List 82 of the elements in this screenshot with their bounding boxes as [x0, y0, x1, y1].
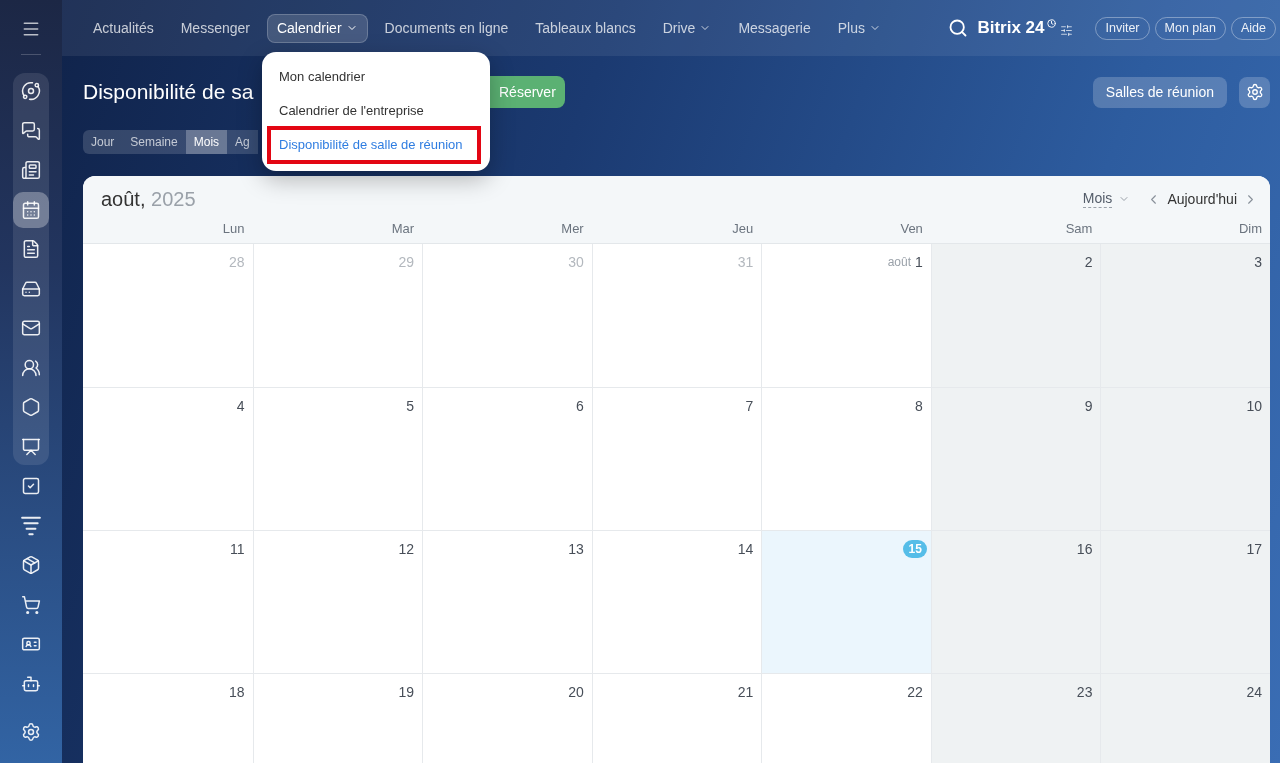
day-number: 21	[737, 682, 754, 702]
sliders-icon	[1060, 23, 1074, 37]
day-number: 14	[737, 539, 754, 559]
menu-item[interactable]: Mon calendrier	[262, 60, 490, 94]
today-button[interactable]: Aujourd'hui	[1161, 188, 1243, 210]
view-tab[interactable]: Mois	[185, 130, 228, 154]
day-number: 11	[230, 539, 245, 559]
sidebar-item[interactable]	[13, 191, 49, 228]
search-icon	[948, 18, 969, 38]
cart-icon	[21, 594, 41, 615]
day-number: 19	[398, 682, 415, 702]
view-tab[interactable]: Semaine	[122, 130, 186, 154]
day-number: 29	[398, 252, 415, 272]
day-number: 9	[1084, 396, 1093, 416]
check-square-icon	[21, 476, 41, 496]
nav-item[interactable]: Tableaux blancs	[525, 13, 646, 43]
day-number: 8	[915, 396, 923, 416]
month-title: août, 2025	[101, 187, 196, 212]
day-number: 28	[229, 252, 245, 272]
day-number: 1	[915, 252, 923, 272]
weekday-label: Mar	[391, 219, 415, 238]
weekday-label: Dim	[1238, 219, 1262, 238]
day-number: 4	[236, 396, 245, 416]
nav-item[interactable]: Actualités	[83, 13, 164, 43]
settings-button[interactable]	[1239, 76, 1270, 108]
settings-icon	[21, 722, 41, 742]
day-number: 31	[737, 252, 754, 272]
meeting-rooms-button[interactable]: Salles de réunion	[1092, 76, 1227, 108]
menu-button[interactable]	[21, 19, 41, 39]
view-tab[interactable]: Ag	[227, 130, 258, 154]
day-number: 2	[1084, 252, 1093, 272]
settings-icon	[1245, 83, 1264, 101]
today-badge: 15	[903, 540, 927, 558]
nav-item[interactable]: Messagerie	[728, 13, 821, 43]
weekday-label: Ven	[900, 219, 923, 238]
hexagon-icon	[21, 397, 41, 417]
document-icon	[21, 239, 41, 259]
day-number: 23	[1076, 682, 1093, 702]
weekday-label: Mer	[561, 219, 584, 238]
menu-item[interactable]: Disponibilité de salle de réunion	[267, 126, 481, 164]
nav-item[interactable]: Calendrier	[266, 13, 368, 43]
weekday-label: Lun	[222, 219, 245, 238]
day-number: 24	[1246, 682, 1262, 702]
day-number: 7	[745, 396, 754, 416]
view-select[interactable]: Mois	[1082, 190, 1131, 208]
search-button[interactable]	[948, 18, 969, 38]
calendar-icon	[21, 199, 41, 220]
month-label: août	[887, 254, 912, 271]
day-number: 10	[1246, 396, 1262, 416]
day-number: 13	[568, 539, 584, 559]
view-tab[interactable]: Jour	[83, 130, 123, 154]
mail-icon	[21, 318, 41, 338]
chat-bubbles-icon	[21, 120, 41, 141]
clock-icon	[1047, 18, 1057, 28]
funnel-icon	[21, 515, 41, 536]
orbit-icon	[21, 81, 41, 101]
nav-item[interactable]: Drive	[652, 13, 722, 43]
day-number: 17	[1246, 539, 1262, 559]
day-number: 30	[568, 252, 584, 272]
nav-item[interactable]: Documents en ligne	[374, 13, 519, 43]
day-number: 12	[398, 539, 415, 559]
day-number: 18	[229, 682, 245, 702]
logo-text: Bitrix 24	[977, 17, 1045, 40]
menu-icon	[21, 19, 41, 39]
newspaper-icon	[21, 160, 41, 180]
day-number: 6	[575, 396, 584, 416]
menu-item[interactable]: Calendrier de l'entreprise	[262, 94, 490, 128]
day-number: 20	[568, 682, 584, 702]
nav-item[interactable]: Plus	[827, 13, 891, 43]
package-icon	[21, 555, 41, 575]
day-number: 5	[406, 396, 415, 416]
id-card-icon	[21, 634, 41, 654]
people-icon	[21, 357, 41, 378]
day-number: 3	[1254, 252, 1262, 272]
day-number: 16	[1076, 539, 1093, 559]
day-number: 22	[907, 682, 923, 702]
presentation-board-icon	[21, 436, 41, 457]
weekday-label: Sam	[1065, 219, 1093, 238]
weekday-label: Jeu	[732, 219, 754, 238]
nav-item[interactable]: Messenger	[170, 13, 260, 43]
page-title: Disponibilité de sa	[83, 79, 254, 105]
sliders-button[interactable]	[1060, 23, 1074, 37]
